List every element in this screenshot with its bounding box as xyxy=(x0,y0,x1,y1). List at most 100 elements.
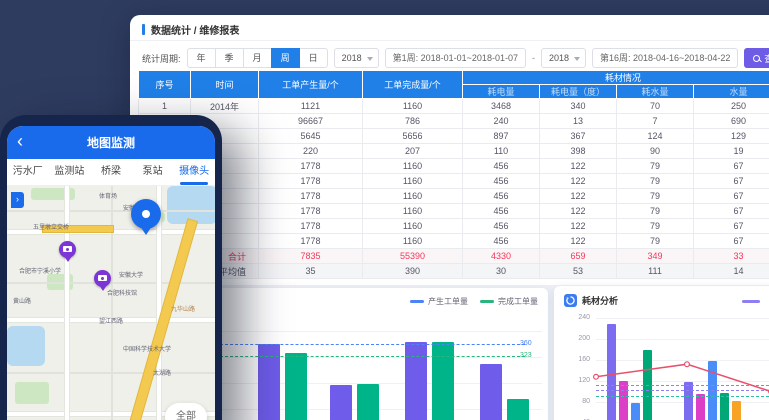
col-header-completed: 工单完成量/个 xyxy=(363,71,463,99)
query-button[interactable]: 查询 xyxy=(744,48,769,68)
breadcrumb-text: 数据统计 / 维修报表 xyxy=(151,22,239,37)
legend-swatch xyxy=(742,300,760,303)
table-cell: 122 xyxy=(540,219,617,234)
map-label: 中国科学技术大学 xyxy=(123,344,171,353)
search-icon xyxy=(753,55,760,62)
pin-tail xyxy=(140,226,152,235)
chart-title: 耗材分析 xyxy=(582,294,618,307)
table-cell: 35 xyxy=(259,264,363,279)
workorder-bar-chart: 360323 xyxy=(220,315,542,420)
map-label: 安徽大学 xyxy=(119,270,143,279)
table-cell: 1778 xyxy=(259,234,363,249)
table-cell: 5656 xyxy=(363,129,463,144)
end-week-input[interactable]: 第16周: 2018-04-16~2018-04-22 xyxy=(592,48,738,68)
pin-tail xyxy=(64,256,72,262)
table-cell: 659 xyxy=(540,249,617,264)
bar-产生工单量 xyxy=(480,364,502,420)
sub-col-header: 耗电量 xyxy=(463,85,540,99)
table-cell: 1778 xyxy=(259,219,363,234)
table-cell: 13 xyxy=(540,114,617,129)
dashboard-card: 数据统计 / 维修报表 统计周期: 年季月周日 2018 第1周: 2018-0… xyxy=(130,15,769,420)
table-cell: 70 xyxy=(617,99,694,114)
tab-监测站[interactable]: 监测站 xyxy=(49,159,91,185)
annotation-value: 360 xyxy=(520,340,532,347)
map-canvas[interactable]: › 全部 体育场安徽农业大学五里墩立交桥合肥市宁溪小学安徽大学合肥科技馆黄山路望… xyxy=(7,186,215,420)
table-row: 56455656897367124129 xyxy=(139,129,769,144)
table-cell: 456 xyxy=(463,159,540,174)
end-year-value: 2018 xyxy=(549,53,569,63)
table-cell: 456 xyxy=(463,234,540,249)
table-cell: 96667 xyxy=(259,114,363,129)
start-year-value: 2018 xyxy=(342,53,362,63)
all-filter-button[interactable]: 全部 xyxy=(165,403,207,420)
map-expand-button[interactable]: › xyxy=(11,192,24,208)
table-cell: 3468 xyxy=(463,99,540,114)
table-cell: 1160 xyxy=(363,189,463,204)
bar-完成工单量 xyxy=(285,353,307,420)
period-segment: 年季月周日 xyxy=(187,48,328,68)
col-header-time: 时间 xyxy=(191,71,259,99)
range-separator: - xyxy=(532,53,535,63)
table-cell: 1778 xyxy=(259,159,363,174)
table-cell: 14 xyxy=(694,264,769,279)
table-cell: 122 xyxy=(540,189,617,204)
table-cell: 5645 xyxy=(259,129,363,144)
table-cell: 124 xyxy=(617,129,694,144)
table-cell: 250 xyxy=(694,99,769,114)
map-label: 黄山路 xyxy=(13,296,31,305)
y-axis-tick: 160 xyxy=(564,356,590,363)
end-year-select[interactable]: 2018 xyxy=(541,48,586,68)
tab-泵站[interactable]: 泵站 xyxy=(132,159,174,185)
table-cell: 67 xyxy=(694,219,769,234)
legend-swatch xyxy=(410,300,424,303)
table-cell: 1778 xyxy=(259,189,363,204)
period-option-周[interactable]: 周 xyxy=(271,48,300,68)
tab-污水厂[interactable]: 污水厂 xyxy=(7,159,49,185)
back-icon[interactable]: ‹ xyxy=(17,130,23,152)
table-cell: 90 xyxy=(617,144,694,159)
col-header-created: 工单产生量/个 xyxy=(259,71,363,99)
period-option-月[interactable]: 月 xyxy=(243,48,272,68)
report-table: 序号 时间 工单产生量/个 工单完成量/个 耗材情况 耗电量耗电量（度）耗水量水… xyxy=(138,70,769,279)
legend-label: 产生工单量 xyxy=(428,296,468,307)
table-cell: 129 xyxy=(694,129,769,144)
table-row: 12014年11211160346834070250 xyxy=(139,99,769,114)
bar-完成工单量 xyxy=(507,399,529,420)
legend-item: 完成工单量 xyxy=(480,296,538,307)
bar-产生工单量 xyxy=(330,385,352,420)
period-option-日[interactable]: 日 xyxy=(299,48,328,68)
map-label: 体育场 xyxy=(99,191,117,200)
start-week-input[interactable]: 第1周: 2018-01-01~2018-01-07 xyxy=(385,48,526,68)
table-cell: 111 xyxy=(617,264,694,279)
bar-完成工单量 xyxy=(432,342,454,420)
chart-panel-icon xyxy=(564,294,577,307)
table-cell: 456 xyxy=(463,189,540,204)
selected-pin-icon[interactable] xyxy=(131,199,161,229)
table-cell: 240 xyxy=(463,114,540,129)
tab-摄像头[interactable]: 摄像头 xyxy=(173,159,215,185)
period-option-年[interactable]: 年 xyxy=(187,48,216,68)
table-cell: 79 xyxy=(617,174,694,189)
period-option-季[interactable]: 季 xyxy=(215,48,244,68)
camera-pin-icon[interactable] xyxy=(59,241,76,258)
table-cell: 67 xyxy=(694,174,769,189)
map-label: 九华山路 xyxy=(171,304,195,313)
query-button-label: 查询 xyxy=(764,52,769,65)
workorder-chart-card: 产生工单量 完成工单量 360323 xyxy=(218,288,548,420)
table-row: 177811604561227967 xyxy=(139,189,769,204)
summary-total-row: 合计783555390433065934933 xyxy=(139,249,769,264)
app-header: ‹ 地图监测 xyxy=(7,126,215,159)
filter-bar: 统计周期: 年季月周日 2018 第1周: 2018-01-01~2018-01… xyxy=(142,47,769,69)
annotation-line xyxy=(220,356,525,357)
tab-桥梁[interactable]: 桥梁 xyxy=(90,159,132,185)
header-divider xyxy=(130,40,769,41)
camera-pin-icon[interactable] xyxy=(94,270,111,287)
table-cell: 7835 xyxy=(259,249,363,264)
y-axis-tick: 120 xyxy=(564,377,590,384)
table-row: 177811604561227967 xyxy=(139,174,769,189)
table-cell: 79 xyxy=(617,189,694,204)
start-year-select[interactable]: 2018 xyxy=(334,48,379,68)
table-cell: 220 xyxy=(259,144,363,159)
table-cell: 390 xyxy=(363,264,463,279)
table-cell: 122 xyxy=(540,174,617,189)
